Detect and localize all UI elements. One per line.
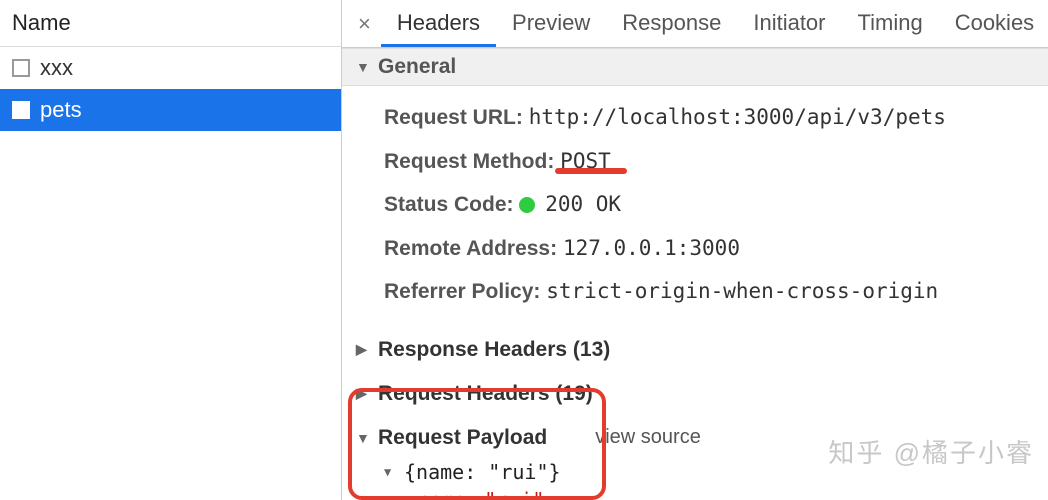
request-list: xxx pets <box>0 47 341 500</box>
status-code-label: Status Code: <box>384 193 514 216</box>
chevron-right-icon <box>356 341 370 358</box>
status-code-row: Status Code: 200 OK <box>342 183 1048 227</box>
section-general-header[interactable]: General <box>342 48 1048 86</box>
tab-initiator[interactable]: Initiator <box>737 0 841 47</box>
section-title: Response Headers (13) <box>378 338 610 362</box>
request-item-label: pets <box>40 97 82 123</box>
remote-address-label: Remote Address: <box>384 237 557 260</box>
status-code-value: 200 OK <box>545 192 621 216</box>
close-icon[interactable]: × <box>348 1 381 47</box>
tab-response[interactable]: Response <box>606 0 737 47</box>
section-response-headers[interactable]: Response Headers (13) <box>342 328 1048 372</box>
tab-preview[interactable]: Preview <box>496 0 606 47</box>
annotation-box <box>348 388 606 500</box>
referrer-policy-row: Referrer Policy: strict-origin-when-cros… <box>342 270 1048 314</box>
tab-headers[interactable]: Headers <box>381 0 496 47</box>
remote-address-row: Remote Address: 127.0.0.1:3000 <box>342 227 1048 271</box>
section-general-body: Request URL: http://localhost:3000/api/v… <box>342 86 1048 328</box>
request-item-label: xxx <box>40 55 73 81</box>
request-item-pets[interactable]: pets <box>0 89 341 131</box>
request-item-xxx[interactable]: xxx <box>0 47 341 89</box>
detail-tabs: × Headers Preview Response Initiator Tim… <box>342 0 1048 48</box>
section-title: General <box>378 55 456 79</box>
tab-timing[interactable]: Timing <box>842 0 939 47</box>
checkbox-icon[interactable] <box>12 59 30 77</box>
request-method-label: Request Method: <box>384 150 554 173</box>
view-source-link[interactable]: view source <box>595 426 701 449</box>
request-url-row: Request URL: http://localhost:3000/api/v… <box>342 96 1048 140</box>
referrer-policy-label: Referrer Policy: <box>384 280 540 303</box>
annotation-underline <box>555 168 627 174</box>
checkbox-icon[interactable] <box>12 101 30 119</box>
tab-cookies[interactable]: Cookies <box>939 0 1048 47</box>
chevron-down-icon <box>356 59 370 75</box>
request-url-value: http://localhost:3000/api/v3/pets <box>529 105 946 129</box>
remote-address-value: 127.0.0.1:3000 <box>563 236 740 260</box>
name-column-header: Name <box>0 0 341 47</box>
request-url-label: Request URL: <box>384 106 523 129</box>
network-request-list-panel: Name xxx pets <box>0 0 342 500</box>
request-method-row: Request Method: POST <box>342 140 1048 184</box>
referrer-policy-value: strict-origin-when-cross-origin <box>546 279 938 303</box>
status-dot-icon <box>519 197 535 213</box>
